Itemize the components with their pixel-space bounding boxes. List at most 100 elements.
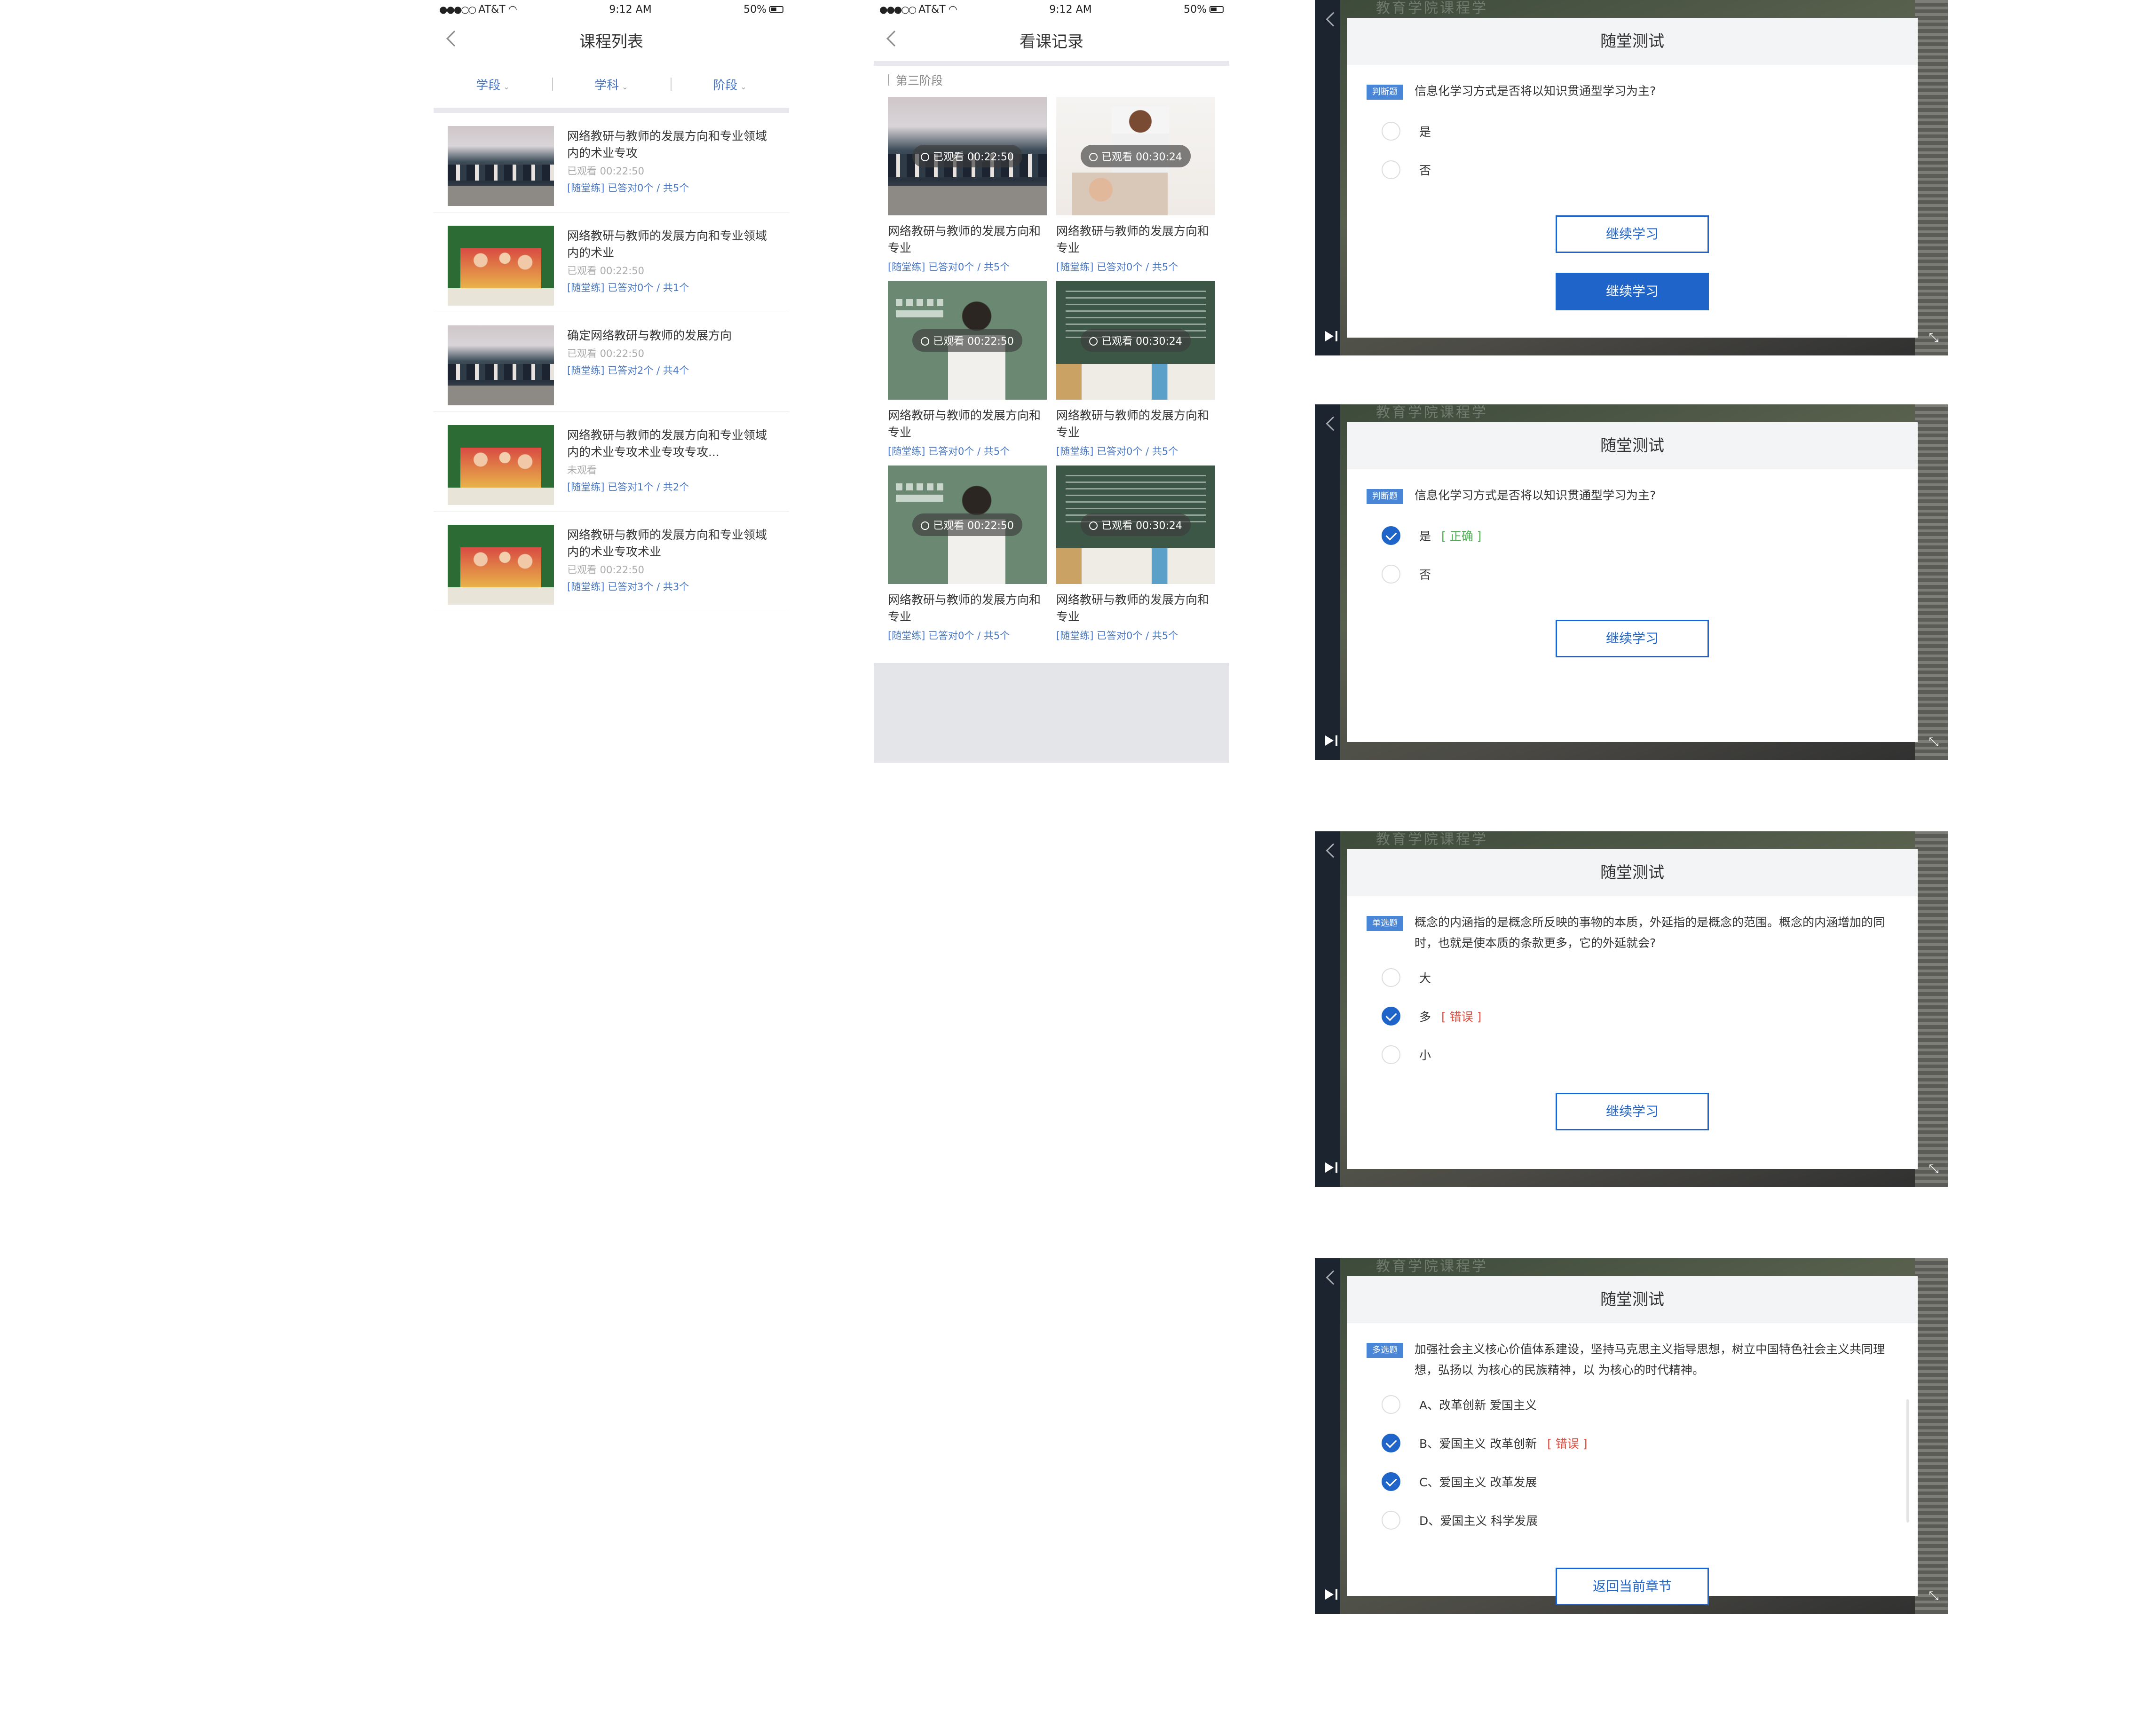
course-list: 网络教研与教师的发展方向和专业领域内的术业专攻 已观看 00:22:50 [随堂练]… (434, 113, 789, 611)
filter-label: 阶段 (713, 79, 738, 93)
answer-option[interactable]: 是 [ 正确 ] (1347, 516, 1918, 555)
play-pause-icon[interactable] (1325, 1160, 1339, 1175)
course-thumbnail (448, 226, 554, 306)
continue-learning-button[interactable]: 继续学习 (1556, 620, 1709, 657)
history-card[interactable]: 已观看 00:22:50 网络教研与教师的发展方向和专业 [随堂练] 已答对0个 /… (888, 281, 1047, 458)
scrollbar[interactable] (1906, 1399, 1909, 1523)
options-list: 是 [ 正确 ] 否 (1347, 516, 1918, 593)
history-card[interactable]: 已观看 00:30:24 网络教研与教师的发展方向和专业 [随堂练] 已答对0个 /… (1056, 466, 1215, 642)
dialog-title: 随堂测试 (1347, 18, 1918, 65)
watched-time: 已观看 00:30:24 (1101, 336, 1182, 347)
continue-learning-button[interactable]: 继续学习 (1556, 1093, 1709, 1130)
option-label: D、爱国主义 科学发展 (1419, 1514, 1538, 1528)
course-thumbnail (448, 325, 554, 405)
watched-time: 已观看 00:30:24 (1101, 151, 1182, 163)
checked-radio-icon[interactable] (1382, 526, 1400, 545)
video-thumbnail[interactable]: 已观看 00:30:24 (1056, 97, 1215, 215)
divider (874, 61, 1229, 66)
dialog-title: 随堂测试 (1347, 1276, 1918, 1323)
exit-fullscreen-icon[interactable]: ⤡ (1927, 1589, 1940, 1602)
video-thumbnail[interactable]: 已观看 00:22:50 (888, 466, 1047, 584)
checked-radio-icon[interactable] (1382, 1434, 1400, 1452)
option-label: B、爱国主义 改革创新 (1419, 1437, 1537, 1451)
answer-option[interactable]: A、改革创新 爱国主义 (1347, 1385, 1918, 1424)
question-type-badge: 判断题 (1367, 85, 1403, 100)
course-title: 确定网络教研与教师的发展方向 (567, 329, 732, 342)
video-thumbnail[interactable]: 已观看 00:30:24 (1056, 281, 1215, 400)
radio-icon[interactable] (1382, 160, 1400, 179)
continue-learning-button[interactable]: 继续学习 (1556, 215, 1709, 253)
time: 9:12 AM (609, 3, 652, 16)
course-thumbnail (448, 525, 554, 605)
quiz-progress: [随堂练] 已答对0个 / 共5个 (888, 261, 1010, 273)
video-thumbnail[interactable]: 已观看 00:22:50 (888, 97, 1047, 215)
chevron-down-icon: ⌄ (503, 82, 510, 91)
course-item[interactable]: 网络教研与教师的发展方向和专业领域内的术业专攻术业 已观看 00:22:50 [随堂… (434, 512, 789, 611)
back-icon[interactable] (886, 31, 902, 47)
clock-icon (1089, 153, 1098, 161)
exit-fullscreen-icon[interactable]: ⤡ (1927, 331, 1940, 344)
question-row: 判断题 信息化学习方式是否将以知识贯通型学习为主? (1347, 469, 1918, 506)
radio-icon[interactable] (1382, 1395, 1400, 1414)
clock-icon (921, 337, 930, 346)
answer-option[interactable]: 多 [ 错误 ] (1347, 997, 1918, 1035)
option-label: 小 (1419, 1049, 1431, 1062)
filter-phase[interactable]: 阶段 ⌄ (671, 76, 789, 93)
course-item[interactable]: 网络教研与教师的发展方向和专业领域内的术业 已观看 00:22:50 [随堂练] 已… (434, 213, 789, 312)
radio-icon[interactable] (1382, 968, 1400, 987)
watched-time: 已观看 00:22:50 (933, 336, 1014, 347)
quiz-dialog: 随堂测试 判断题 信息化学习方式是否将以知识贯通型学习为主? 是否继续学习 继续学习 (1347, 18, 1918, 338)
answer-option[interactable]: 是 (1347, 112, 1918, 150)
checked-radio-icon[interactable] (1382, 1472, 1400, 1491)
question-text: 信息化学习方式是否将以知识贯通型学习为主? (1415, 84, 1656, 98)
answer-option[interactable]: C、爱国主义 改革发展 (1347, 1462, 1918, 1501)
radio-icon[interactable] (1382, 122, 1400, 141)
radio-icon[interactable] (1382, 565, 1400, 584)
exit-fullscreen-icon[interactable]: ⤡ (1927, 1162, 1940, 1176)
history-card[interactable]: 已观看 00:30:24 网络教研与教师的发展方向和专业 [随堂练] 已答对0个 /… (1056, 281, 1215, 458)
video-thumbnail[interactable]: 已观看 00:30:24 (1056, 466, 1215, 584)
course-title: 网络教研与教师的发展方向和专业领域内的术业专攻术业专攻专攻... (567, 428, 767, 459)
course-info: 网络教研与教师的发展方向和专业领域内的术业专攻术业专攻专攻... 未观看 [随堂练]… (567, 425, 774, 494)
footer-area (874, 663, 1229, 763)
video-player-frame: 教育学院课程学 ⤡ 随堂测试 判断题 信息化学习方式是否将以知识贯通型学习为主? 是 [ 正… (1315, 404, 1948, 760)
card-title: 网络教研与教师的发展方向和专业 (1056, 224, 1209, 255)
radio-icon[interactable] (1382, 1511, 1400, 1530)
video-thumbnail[interactable]: 已观看 00:22:50 (888, 281, 1047, 400)
history-card[interactable]: 已观看 00:22:50 网络教研与教师的发展方向和专业 [随堂练] 已答对0个 /… (888, 97, 1047, 274)
quiz-progress: [随堂练] 已答对0个 / 共5个 (1056, 630, 1178, 641)
play-pause-icon[interactable] (1325, 329, 1339, 343)
video-title: 教育学院课程学 (1376, 0, 1488, 16)
answer-option[interactable]: D、爱国主义 科学发展 (1347, 1501, 1918, 1539)
play-pause-icon[interactable] (1325, 734, 1339, 748)
history-card[interactable]: 已观看 00:22:50 网络教研与教师的发展方向和专业 [随堂练] 已答对0个 /… (888, 466, 1047, 642)
checked-radio-icon[interactable] (1382, 1007, 1400, 1026)
radio-icon[interactable] (1382, 1045, 1400, 1064)
section-title: 第三阶段 (874, 66, 1229, 94)
answer-option[interactable]: B、爱国主义 改革创新 [ 错误 ] (1347, 1424, 1918, 1462)
exit-fullscreen-icon[interactable]: ⤡ (1927, 735, 1940, 749)
history-card[interactable]: 已观看 00:30:24 网络教研与教师的发展方向和专业 [随堂练] 已答对0个 /… (1056, 97, 1215, 274)
filter-stage[interactable]: 学段 ⌄ (434, 76, 552, 93)
back-to-chapter-button[interactable]: 返回当前章节 (1556, 1568, 1709, 1605)
clock-icon (921, 521, 930, 530)
answer-option[interactable]: 否 (1347, 555, 1918, 593)
history-grid: 已观看 00:22:50 网络教研与教师的发展方向和专业 [随堂练] 已答对0个 /… (874, 94, 1229, 642)
course-info: 确定网络教研与教师的发展方向 已观看 00:22:50 [随堂练] 已答对2个 / … (567, 325, 774, 377)
watched-time: 已观看 00:30:24 (1101, 520, 1182, 532)
question-row: 单选题 概念的内涵指的是概念所反映的事物的本质，外延指的是概念的范围。概念的内涵增… (1347, 896, 1918, 954)
answer-option[interactable]: 大 (1347, 958, 1918, 997)
option-label: 否 (1419, 164, 1431, 177)
course-item[interactable]: 网络教研与教师的发展方向和专业领域内的术业专攻 已观看 00:22:50 [随堂练]… (434, 113, 789, 213)
play-pause-icon[interactable] (1325, 1587, 1339, 1602)
filter-subject[interactable]: 学科 ⌄ (552, 76, 671, 93)
course-item[interactable]: 网络教研与教师的发展方向和专业领域内的术业专攻术业专攻专攻... 未观看 [随堂练]… (434, 412, 789, 512)
answer-option[interactable]: 否 (1347, 150, 1918, 189)
answer-option[interactable]: 小 (1347, 1035, 1918, 1074)
course-item[interactable]: 确定网络教研与教师的发展方向 已观看 00:22:50 [随堂练] 已答对2个 / … (434, 312, 789, 412)
continue-learning-button[interactable]: 继续学习 (1556, 273, 1709, 310)
back-icon[interactable] (446, 31, 462, 47)
video-player-frame: 教育学院课程学 ⤡ 随堂测试 单选题 概念的内涵指的是概念所反映的事物的本质，外延指的是… (1315, 831, 1948, 1187)
video-player-frame: 教育学院课程学 ⤡ 随堂测试 多选题 加强社会主义核心价值体系建设，坚持马克思主义指导思… (1315, 1258, 1948, 1614)
card-title: 网络教研与教师的发展方向和专业 (888, 224, 1041, 255)
